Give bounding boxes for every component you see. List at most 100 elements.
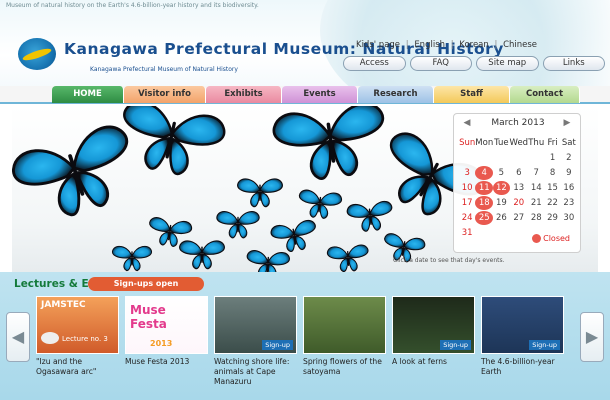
main-nav: HOME Visitor info Exhibits Events Resear… — [0, 86, 610, 104]
tab-home[interactable]: HOME — [52, 86, 124, 103]
calendar-day[interactable]: 1 — [544, 151, 560, 165]
signup-stamp: Sign-up — [440, 340, 471, 350]
event-card[interactable]: Sign-up A look at ferns — [392, 296, 475, 396]
calendar-day[interactable]: 6 — [510, 166, 529, 180]
carousel-prev-button[interactable]: ◀ — [6, 312, 30, 362]
calendar-day[interactable]: 16 — [561, 181, 577, 195]
calendar-next-icon[interactable]: ▶ — [562, 118, 572, 130]
calendar-day[interactable]: 27 — [510, 211, 529, 225]
calendar-day — [475, 226, 493, 240]
utility-buttons: Access FAQ Site map Links — [343, 56, 605, 72]
museum-logo-icon[interactable] — [18, 38, 56, 70]
tab-staff[interactable]: Staff — [434, 86, 510, 103]
calendar-day[interactable]: 11 — [475, 181, 494, 195]
event-caption[interactable]: Spring flowers of the satoyama — [303, 357, 386, 377]
calendar-day[interactable]: 9 — [561, 166, 577, 180]
top-links: Kids' page | English | Korean | Chinese — [356, 40, 537, 50]
calendar-day — [528, 151, 544, 165]
calendar-day[interactable]: 30 — [561, 211, 577, 225]
faq-button[interactable]: FAQ — [409, 56, 472, 71]
calendar-day[interactable]: 31 — [459, 226, 475, 240]
calendar-weekday: Sun — [459, 138, 476, 148]
events-section: Lectures & Events Sign-ups open ◀ ▶ JAMS… — [0, 272, 610, 400]
butterfly-icon — [111, 245, 153, 272]
calendar-grid: Sun Mon Tue Wed Thu Fri Sat 1 2 3 4 5 6 7 8 9 10 11 12 13 14… — [459, 136, 577, 240]
calendar-day[interactable]: 24 — [459, 211, 475, 225]
event-caption[interactable]: "Izu and the Ogasawara arc" — [36, 357, 119, 377]
muse-festa-logo: Muse Festa — [130, 303, 167, 331]
calendar-day[interactable]: 28 — [528, 211, 544, 225]
butterfly-icon — [237, 178, 283, 208]
links-button[interactable]: Links — [542, 56, 605, 71]
event-thumbnail[interactable]: Sign-up — [481, 296, 564, 354]
calendar-day[interactable]: 25 — [475, 211, 494, 225]
calendar-day[interactable]: 2 — [561, 151, 577, 165]
signup-stamp: Sign-up — [262, 340, 293, 350]
calendar-day — [493, 226, 509, 240]
event-thumbnail[interactable]: Sign-up — [392, 296, 475, 354]
event-thumbnail[interactable]: JAMSTEC Lecture no. 3 — [36, 296, 119, 354]
event-caption[interactable]: Muse Festa 2013 — [125, 357, 208, 367]
calendar-day[interactable]: 7 — [528, 166, 544, 180]
calendar-day[interactable]: 4 — [475, 166, 494, 180]
calendar-weekday: Fri — [547, 138, 558, 148]
calendar-note: Click a date to see that day's events. — [393, 257, 505, 264]
jamstec-logo: JAMSTEC — [41, 300, 86, 310]
butterfly-icon — [296, 188, 343, 221]
event-thumbnail[interactable] — [303, 296, 386, 354]
link-separator: | — [494, 40, 498, 50]
event-card[interactable]: Spring flowers of the satoyama — [303, 296, 386, 396]
event-thumbnail[interactable]: Muse Festa 2013 — [125, 296, 208, 354]
calendar-weekday: Tue — [494, 138, 509, 148]
calendar-day[interactable]: 10 — [459, 181, 475, 195]
chinese-link[interactable]: Chinese — [503, 40, 537, 50]
kids-page-link[interactable]: Kids' page — [356, 40, 400, 50]
event-card[interactable]: JAMSTEC Lecture no. 3 "Izu and the Ogasa… — [36, 296, 119, 396]
calendar-day[interactable]: 20 — [510, 196, 529, 210]
event-caption[interactable]: The 4.6-billion-year Earth — [481, 357, 564, 377]
calendar-day — [475, 151, 493, 165]
access-button[interactable]: Access — [343, 56, 406, 71]
calendar-legend: Closed — [532, 234, 570, 243]
calendar-day[interactable]: 3 — [459, 166, 475, 180]
korean-link[interactable]: Korean — [459, 40, 488, 50]
tab-contact[interactable]: Contact — [510, 86, 580, 103]
butterfly-icon — [113, 106, 229, 184]
calendar-day[interactable]: 26 — [493, 211, 509, 225]
event-card[interactable]: Sign-up The 4.6-billion-year Earth — [481, 296, 564, 396]
butterfly-icon — [326, 244, 370, 272]
event-caption[interactable]: A look at ferns — [392, 357, 475, 367]
butterfly-icon — [12, 120, 146, 230]
calendar-day[interactable]: 15 — [544, 181, 560, 195]
calendar-day[interactable]: 8 — [544, 166, 560, 180]
calendar-weekday: Thu — [528, 138, 545, 148]
carousel-next-button[interactable]: ▶ — [580, 312, 604, 362]
tab-events[interactable]: Events — [282, 86, 358, 103]
calendar-day[interactable]: 14 — [528, 181, 544, 195]
calendar-day[interactable]: 5 — [493, 166, 509, 180]
english-link[interactable]: English — [414, 40, 445, 50]
muse-festa-year: 2013 — [150, 339, 173, 348]
sitemap-button[interactable]: Site map — [476, 56, 539, 71]
event-thumbnail[interactable]: Sign-up — [214, 296, 297, 354]
calendar-day[interactable]: 21 — [528, 196, 544, 210]
butterfly-icon — [179, 240, 225, 270]
event-card[interactable]: Sign-up Watching shore life: animals at … — [214, 296, 297, 396]
calendar-day[interactable]: 22 — [544, 196, 560, 210]
calendar-day[interactable]: 23 — [561, 196, 577, 210]
calendar-day[interactable]: 13 — [510, 181, 529, 195]
tab-visitor-info[interactable]: Visitor info — [124, 86, 206, 103]
tab-exhibits[interactable]: Exhibits — [206, 86, 282, 103]
calendar-day[interactable]: 29 — [544, 211, 560, 225]
link-separator: | — [405, 40, 409, 50]
calendar-day[interactable]: 12 — [493, 181, 510, 195]
butterfly-icon — [270, 106, 392, 186]
calendar-day[interactable]: 17 — [459, 196, 475, 210]
calendar-day[interactable]: 19 — [493, 196, 509, 210]
event-caption[interactable]: Watching shore life: animals at Cape Man… — [214, 357, 297, 387]
calendar-day[interactable]: 18 — [475, 196, 494, 210]
event-card[interactable]: Muse Festa 2013 Muse Festa 2013 — [125, 296, 208, 396]
tab-research[interactable]: Research — [358, 86, 434, 103]
calendar-weekday: Wed — [509, 138, 529, 148]
lecture-label: Lecture no. 3 — [62, 335, 108, 343]
